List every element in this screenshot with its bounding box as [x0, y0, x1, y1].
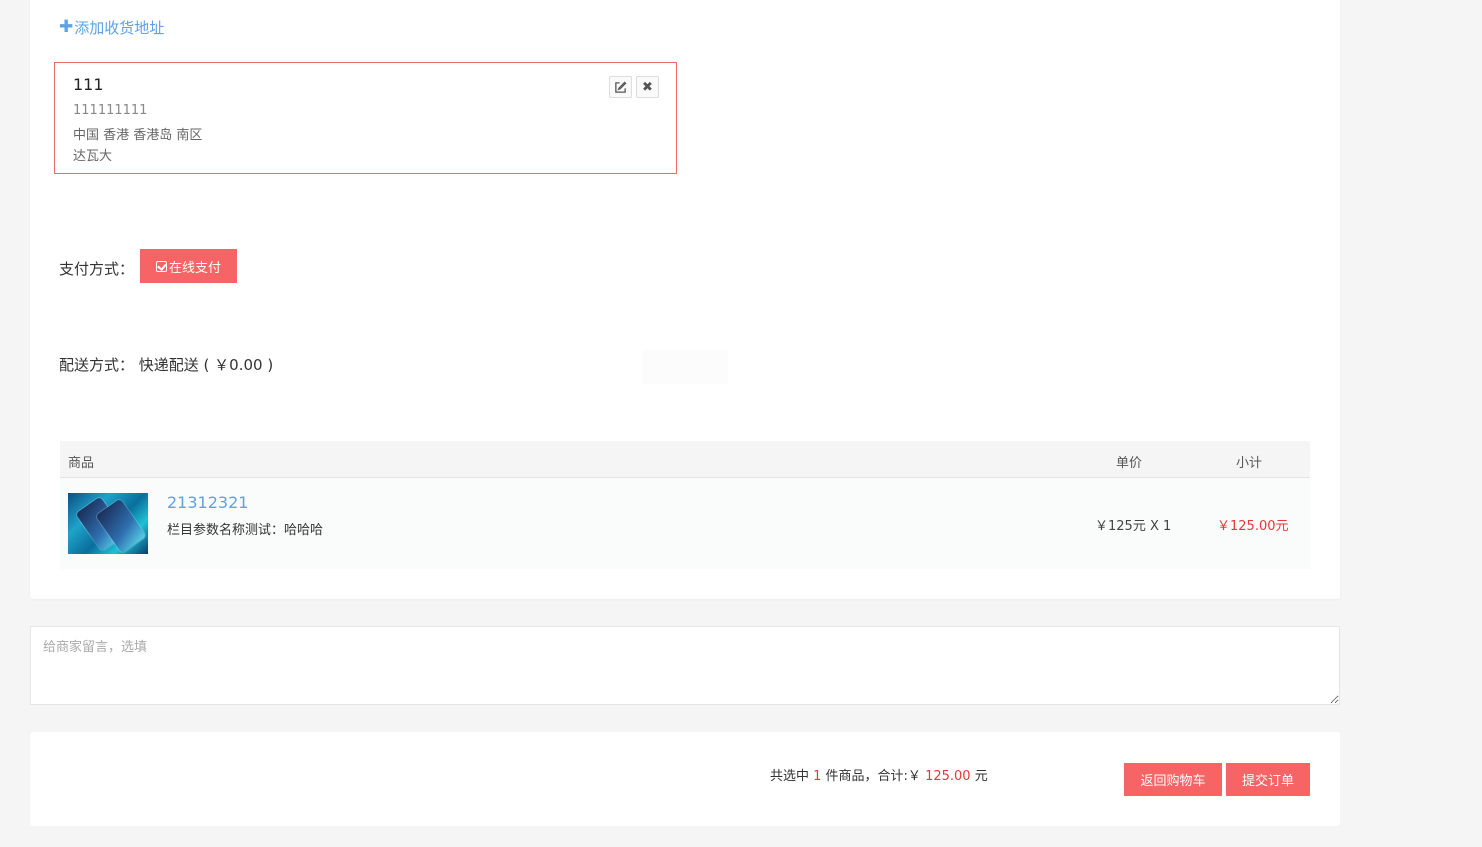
- address-detail: 达瓦大: [73, 149, 113, 164]
- add-address-label: 添加收货地址: [74, 19, 165, 37]
- address-region: 中国 香港 香港岛 南区: [73, 128, 203, 143]
- close-icon: ✖: [642, 79, 653, 95]
- payment-label: 支付方式：: [59, 260, 135, 278]
- checkbox-icon: [155, 260, 167, 272]
- summary-total: 125.00: [925, 769, 971, 784]
- address-name: 111: [73, 75, 104, 94]
- product-name-link[interactable]: 21312321: [167, 493, 248, 512]
- goods-table-header: 商品 单价 小计: [60, 441, 1310, 478]
- product-unit-price: ￥125元 X 1: [1095, 519, 1172, 534]
- edit-icon: [615, 81, 627, 93]
- address-phone: 111111111: [73, 103, 148, 118]
- summary-mid: 件商品，合计:￥: [821, 769, 926, 784]
- edit-address-button[interactable]: [609, 76, 632, 98]
- header-subtotal: 小计: [1236, 456, 1263, 471]
- table-row: 21312321 栏目参数名称测试：哈哈哈 ￥125元 X 1 ￥125.00元: [60, 478, 1310, 569]
- shipping-option-placeholder: [642, 350, 728, 384]
- online-payment-label: 在线支付: [168, 259, 221, 275]
- summary-prefix: 共选中: [770, 769, 814, 784]
- online-payment-button[interactable]: 在线支付: [140, 249, 237, 283]
- product-spec: 栏目参数名称测试：哈哈哈: [167, 523, 324, 538]
- summary-suffix: 元: [970, 769, 988, 784]
- header-price: 单价: [1116, 456, 1143, 471]
- product-subtotal: ￥125.00元: [1217, 519, 1289, 534]
- order-footer: 共选中 1 件商品，合计:￥ 125.00 元 返回购物车 提交订单: [30, 732, 1340, 826]
- product-image[interactable]: [68, 493, 148, 554]
- add-address-link[interactable]: ✚ 添加收货地址: [59, 17, 164, 38]
- remark-textarea[interactable]: [30, 626, 1340, 705]
- shipping-method: 配送方式： 快递配送 ( ￥0.00 ): [59, 356, 274, 374]
- header-goods: 商品: [68, 456, 95, 471]
- address-card[interactable]: 111 111111111 中国 香港 香港岛 南区 达瓦大 ✖: [54, 62, 677, 174]
- plus-icon: ✚: [59, 17, 74, 37]
- order-summary: 共选中 1 件商品，合计:￥ 125.00 元: [770, 765, 988, 784]
- order-card: ✚ 添加收货地址 111 111111111 中国 香港 香港岛 南区 达瓦大 …: [30, 0, 1340, 599]
- delete-address-button[interactable]: ✖: [636, 76, 659, 98]
- submit-order-button[interactable]: 提交订单: [1226, 763, 1310, 796]
- back-to-cart-button[interactable]: 返回购物车: [1124, 763, 1222, 796]
